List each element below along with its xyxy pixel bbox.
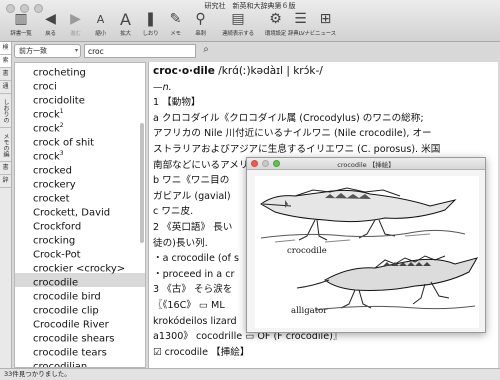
forward-icon: ▶	[70, 11, 81, 27]
homograph-number: 2	[59, 122, 64, 129]
font-larger-icon: A	[120, 10, 131, 29]
illustration-window-title: crocodile 【挿絵】	[337, 161, 395, 169]
tab-search[interactable]: 検	[0, 42, 11, 55]
search-row: 前方一致 ▾ ⌕	[14, 44, 220, 60]
definition-line: 1 【動物】	[153, 97, 201, 109]
word-list-item[interactable]: croci	[15, 77, 145, 92]
back-button[interactable]: ◀ 戻る	[38, 10, 63, 40]
word-list-item[interactable]: crocodile clip	[15, 301, 145, 316]
preferences-button[interactable]: ⚙ 環境設定	[263, 10, 288, 40]
caption-crocodile: crocodile	[287, 246, 327, 256]
search-button[interactable]: ⌕	[199, 44, 213, 58]
chevron-down-icon: ▾	[74, 47, 78, 54]
word-list-item[interactable]: crock1	[15, 105, 145, 120]
news-icon: ⊞	[319, 11, 332, 27]
word-list-item[interactable]: crocheting	[15, 63, 145, 78]
tab-index[interactable]: 索	[0, 55, 11, 68]
definition-line: a クロコダイル《クロコダイル属 (Crocodylus) のワニの総称;	[153, 112, 424, 124]
memo-icon: ✎	[169, 11, 182, 27]
status-bar: 33件見つかりました。	[0, 368, 500, 380]
word-list-item[interactable]: crocodile tears	[15, 343, 145, 358]
tab-book-2[interactable]: 書	[0, 162, 11, 175]
tab-memo-edit[interactable]: メモの編集	[0, 128, 11, 162]
entry-pos: —n.	[153, 81, 172, 93]
word-list-item[interactable]: Crocodile River	[15, 315, 145, 330]
word-list-item[interactable]: crocking	[15, 231, 145, 246]
tab-book[interactable]: 書	[0, 68, 11, 81]
word-list-item[interactable]: Crockett, David	[15, 203, 145, 218]
continuous-view-button[interactable]: ▤ 連続表示する	[221, 10, 255, 40]
memo-button[interactable]: ✎ メモ	[163, 10, 188, 40]
toolbar: ▥ 辞書一覧 ◀ 戻る ▶ 進む A 縮小 A 拡大 ❚ しおり ✎ メモ ⚲	[4, 10, 496, 40]
dictionary-list-button[interactable]: ▥ 辞書一覧	[4, 10, 38, 40]
word-list-item[interactable]: crocidolite	[15, 91, 145, 106]
forward-button[interactable]: ▶ 進む	[63, 10, 88, 40]
word-list-item[interactable]: crocodilian	[15, 357, 145, 368]
definition-line: アフリカの Nile 川付近にいるナイルワニ (Nile crocodile),…	[153, 128, 432, 140]
illustration-window-titlebar[interactable]: crocodile 【挿絵】	[247, 158, 485, 170]
word-list-scrollbar[interactable]	[140, 123, 144, 243]
title-bar: 研究社 新英和大辞典第６版 ▥ 辞書一覧 ◀ 戻る ▶ 進む A 縮小 A 拡大…	[0, 0, 500, 42]
bookmark-icon: ❚	[144, 11, 157, 27]
word-list-item[interactable]: crockery	[15, 175, 145, 190]
word-list-item-text: crocodilian	[33, 361, 88, 368]
word-list-item[interactable]: crock2	[15, 119, 145, 134]
tab-bookmark-edit[interactable]: しおりの編集	[0, 94, 11, 128]
word-list-item[interactable]: crocket	[15, 189, 145, 204]
word-list-item[interactable]: crocodile	[15, 273, 145, 288]
continuous-view-icon: ▤	[231, 11, 245, 27]
navi-icon: ☰	[294, 11, 307, 27]
search-icon: ⌕	[203, 44, 209, 55]
search-input[interactable]	[84, 44, 196, 58]
definition-line: ☑ crocodile 【挿絵】	[153, 346, 250, 358]
search-mode-select[interactable]: 前方一致 ▾	[14, 44, 81, 58]
word-list-item[interactable]: crocodile bird	[15, 287, 145, 302]
entry-pronunciation: /krɑ́(ː)kədàɪl | krɔ́k-/	[214, 65, 323, 77]
navi-button[interactable]: ☰ 辞典LVナビ	[288, 10, 315, 40]
gear-icon: ⚙	[269, 11, 282, 27]
multi-search-button[interactable]: ⚲ 串刺	[188, 10, 213, 40]
tab-dictionary[interactable]: 辞	[0, 175, 11, 188]
caption-alligator: alligator	[291, 306, 328, 316]
homograph-number: 3	[59, 150, 64, 157]
multi-search-icon: ⚲	[195, 11, 206, 27]
bookmark-button[interactable]: ❚ しおり	[138, 10, 163, 40]
font-smaller-icon: A	[96, 13, 105, 26]
news-button[interactable]: ⊞ ニュース	[313, 10, 338, 40]
homograph-number: 1	[59, 108, 64, 115]
word-list-item[interactable]: crock of shit	[15, 133, 145, 148]
font-smaller-button[interactable]: A 縮小	[88, 10, 113, 40]
font-larger-button[interactable]: A 拡大	[113, 10, 138, 40]
word-list-item[interactable]: crocodile shears	[15, 329, 145, 344]
tab-through[interactable]: 通	[0, 81, 11, 94]
word-list-item[interactable]: crockier <crocky>	[15, 259, 145, 274]
sidebar-tab-strip: 検 索 書 通 しおりの編集 メモの編集 書 辞	[0, 42, 12, 368]
word-list-item[interactable]: Crockford	[15, 217, 145, 232]
definition-line: ストラリアおよびアジアに生息するイリエワニ (C. porosus). 米国	[153, 143, 441, 155]
crocodile-illustration: crocodile alligator	[255, 176, 479, 328]
word-list-item[interactable]: crocked	[15, 161, 145, 176]
entry-headword: croc·o·dile	[153, 65, 215, 77]
word-list-item[interactable]: crock3	[15, 147, 145, 162]
entry-headword-line: croc·o·dile /krɑ́(ː)kədàɪl | krɔ́k-/	[153, 64, 494, 80]
word-list[interactable]: crocheting croci crocidolite crock1 crock2 cr…	[14, 62, 146, 368]
word-list-item[interactable]: Crock-Pot	[15, 245, 145, 260]
illustration-window[interactable]: crocodile 【挿絵】 crocodile alligator	[246, 157, 486, 333]
back-icon: ◀	[45, 11, 56, 27]
books-icon: ▥	[14, 11, 28, 27]
